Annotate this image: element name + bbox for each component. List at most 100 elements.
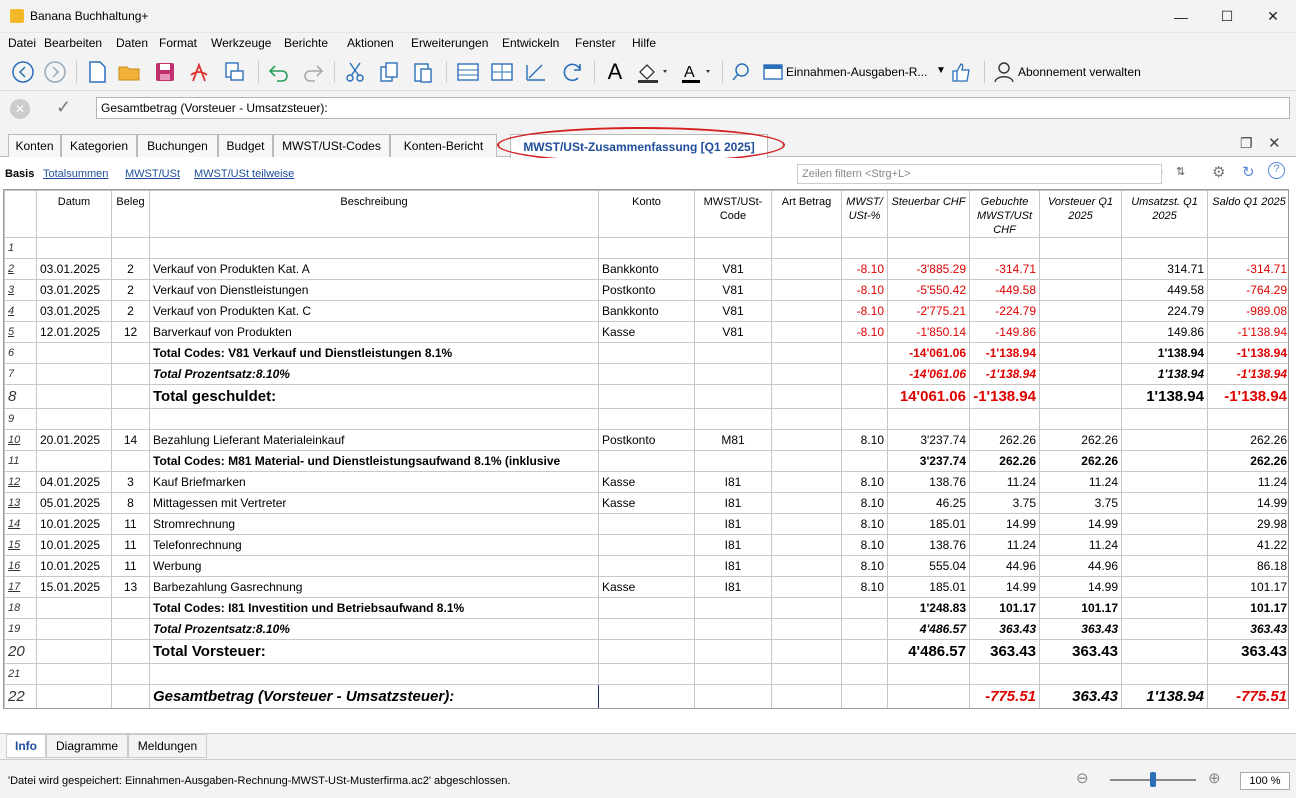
table-cell[interactable]: Total Codes: I81 Investition und Betrieb… (149, 597, 599, 619)
table-cell[interactable]: Total Codes: V81 Verkauf und Dienstleist… (149, 342, 599, 364)
save-icon[interactable] (152, 58, 178, 86)
table-cell[interactable]: Barverkauf von Produkten (149, 321, 599, 343)
table-row[interactable]: 8 Total geschuldet: 14'061.06 -1'138.94 1'13… (4, 384, 1288, 409)
table-cell[interactable] (149, 663, 599, 685)
print-preview-icon[interactable] (220, 58, 248, 86)
table-cell[interactable] (694, 618, 772, 640)
table-cell[interactable]: Verkauf von Produkten Kat. A (149, 258, 599, 280)
table-cell[interactable]: 262.26 (969, 429, 1040, 451)
table-cell[interactable] (111, 408, 150, 430)
table-cell[interactable]: -1'138.94 (1207, 363, 1288, 385)
table-cell[interactable]: 8 (111, 492, 150, 514)
refresh-icon[interactable] (558, 58, 586, 86)
table-cell[interactable]: Stromrechnung (149, 513, 599, 535)
table-cell[interactable] (598, 237, 695, 259)
thumbs-up-icon[interactable] (948, 58, 974, 86)
table-cell[interactable] (771, 450, 842, 472)
table-cell[interactable]: Mittagessen mit Vertreter (149, 492, 599, 514)
table-cell[interactable]: Kasse (598, 321, 695, 343)
table-cell[interactable]: Bankkonto (598, 258, 695, 280)
table-cell[interactable]: I81 (694, 471, 772, 493)
table-cell[interactable]: -14'061.06 (887, 342, 970, 364)
bottom-tab-info[interactable]: Info (6, 734, 46, 758)
table-row[interactable]: 11 Total Codes: M81 Material- und Dienstl… (4, 450, 1288, 472)
table-cell[interactable]: V81 (694, 279, 772, 301)
table-cell[interactable]: Postkonto (598, 279, 695, 301)
row-number[interactable]: 10 (4, 429, 37, 451)
row-number[interactable]: 5 (4, 321, 37, 343)
table-row[interactable]: 22 Gesamtbetrag (Vorsteuer - Umsatzsteuer… (4, 684, 1288, 708)
table-row[interactable]: 4 03.01.2025 2 Verkauf von Produkten Kat. C… (4, 300, 1288, 322)
column-header[interactable]: Saldo Q1 2025 (1207, 190, 1288, 238)
column-header[interactable]: Gebuchte MWST/USt CHF (969, 190, 1040, 238)
table-cell[interactable]: 363.43 (1039, 618, 1122, 640)
table-cell[interactable]: 185.01 (887, 513, 970, 535)
table-cell[interactable]: -5'550.42 (887, 279, 970, 301)
table-cell[interactable]: 10.01.2025 (36, 555, 112, 577)
row-number[interactable]: 15 (4, 534, 37, 556)
table-cell[interactable]: Telefonrechnung (149, 534, 599, 556)
table-cell[interactable] (841, 639, 888, 664)
menu-format[interactable]: Format (159, 36, 197, 50)
table-cell[interactable] (36, 618, 112, 640)
table-cell[interactable] (694, 639, 772, 664)
table-cell[interactable] (1039, 321, 1122, 343)
table-cell[interactable]: 449.58 (1121, 279, 1208, 301)
row-number[interactable]: 16 (4, 555, 37, 577)
table-cell[interactable] (694, 384, 772, 409)
subscription-button[interactable]: Abonnement verwalten (1018, 65, 1141, 79)
row-number[interactable]: 6 (4, 342, 37, 364)
forward-icon[interactable] (42, 58, 68, 86)
table-cell[interactable] (598, 663, 695, 685)
table-cell[interactable] (1121, 450, 1208, 472)
pdf-icon[interactable] (186, 58, 212, 86)
table-cell[interactable]: V81 (694, 300, 772, 322)
table-cell[interactable]: -14'061.06 (887, 363, 970, 385)
column-header[interactable]: Beleg (111, 190, 150, 238)
column-header[interactable]: Beschreibung (149, 190, 599, 238)
table-row[interactable]: 1 (4, 237, 1288, 259)
table-cell[interactable]: V81 (694, 321, 772, 343)
table-cell[interactable] (598, 639, 695, 664)
close-window-button[interactable]: ✕ (1250, 0, 1296, 33)
table-cell[interactable] (1039, 363, 1122, 385)
column-header[interactable]: Umsatzst. Q1 2025 (1121, 190, 1208, 238)
table-cell[interactable] (694, 450, 772, 472)
table-cell[interactable] (771, 258, 842, 280)
file-selector[interactable]: Einnahmen-Ausgaben-R... (786, 65, 927, 79)
bottom-tab-diagramme[interactable]: Diagramme (46, 734, 128, 758)
table-cell[interactable] (771, 408, 842, 430)
row-number[interactable]: 14 (4, 513, 37, 535)
table-cell[interactable] (771, 639, 842, 664)
table-cell[interactable] (771, 555, 842, 577)
table-cell[interactable]: -1'138.94 (969, 363, 1040, 385)
table-cell[interactable] (1207, 237, 1288, 259)
cell-edit-field[interactable]: Gesamtbetrag (Vorsteuer - Umsatzsteuer): (96, 97, 1290, 119)
table-cell[interactable]: Total Codes: M81 Material- und Dienstlei… (149, 450, 599, 472)
text-color-icon[interactable]: A (678, 58, 718, 86)
table-cell[interactable]: 3.75 (1039, 492, 1122, 514)
table-cell[interactable]: 86.18 (1207, 555, 1288, 577)
table-cell[interactable] (1039, 384, 1122, 409)
table-cell[interactable] (771, 576, 842, 598)
table-cell[interactable]: 262.26 (969, 450, 1040, 472)
column-header[interactable]: Konto (598, 190, 695, 238)
table-cell[interactable] (111, 618, 150, 640)
table-cell[interactable] (598, 342, 695, 364)
view-totalsummen[interactable]: Totalsummen (43, 168, 108, 180)
table-cell[interactable] (36, 342, 112, 364)
table-cell[interactable]: 14'061.06 (887, 384, 970, 409)
table-row[interactable]: 19 Total Prozentsatz:8.10% 4'486.57 363.43 3… (4, 618, 1288, 640)
table-cell[interactable] (1121, 237, 1208, 259)
table-cell[interactable]: 04.01.2025 (36, 471, 112, 493)
table-cell[interactable]: 3'237.74 (887, 450, 970, 472)
table-cell[interactable]: 1'138.94 (1121, 363, 1208, 385)
table-row[interactable]: 2 03.01.2025 2 Verkauf von Produkten Kat. A… (4, 258, 1288, 280)
table-cell[interactable]: 1'138.94 (1121, 684, 1208, 708)
table-cell[interactable] (111, 342, 150, 364)
fill-color-icon[interactable] (634, 58, 674, 86)
redo-icon[interactable] (300, 58, 326, 86)
table-cell[interactable]: -775.51 (1207, 684, 1288, 708)
table-cell[interactable] (841, 237, 888, 259)
tab-konten[interactable]: Konten (8, 134, 61, 157)
